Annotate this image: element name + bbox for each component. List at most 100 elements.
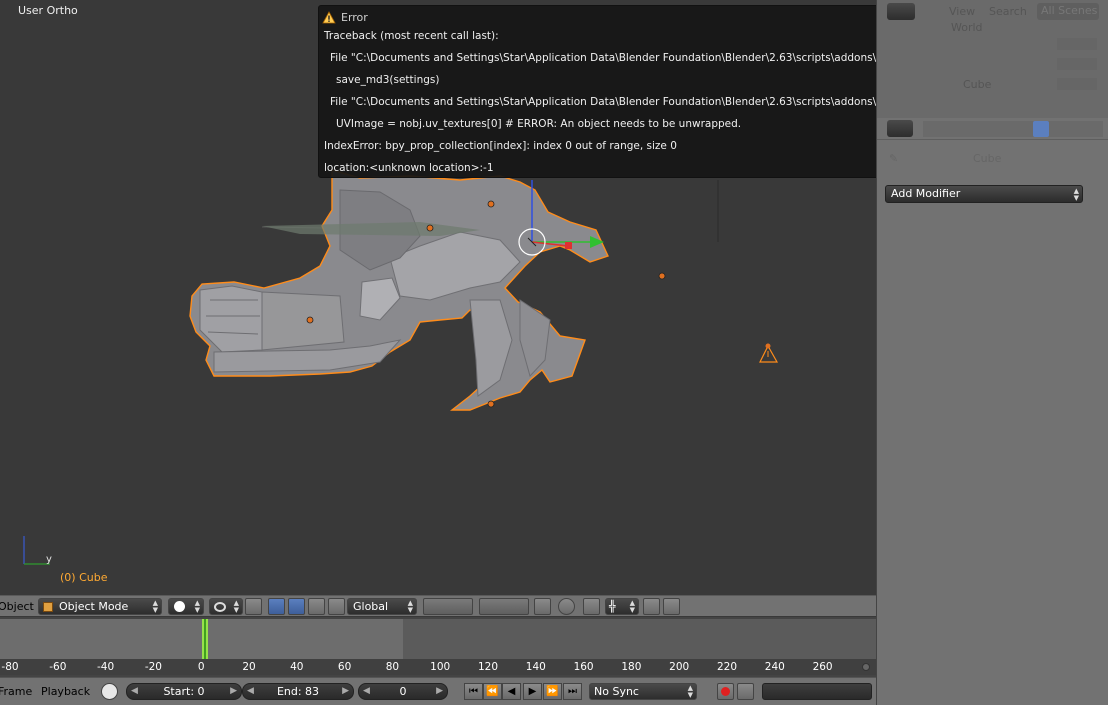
error-line: Traceback (most recent call last): <box>324 30 499 42</box>
rotate-manipulator-icon[interactable] <box>288 598 305 615</box>
jump-keyframe-back-button[interactable]: ⏪ <box>483 683 502 700</box>
rotate-arc-icon[interactable] <box>308 598 325 615</box>
layer-buttons-2[interactable] <box>479 598 529 615</box>
snap-element-dropdown[interactable]: ╬ ▲ ▼ <box>605 598 639 615</box>
jump-end-button[interactable]: ⏭ <box>563 683 582 700</box>
timeline-header: Frame Playback ◀ Start: 0 ▶ ◀ End: 83 ▶ … <box>0 677 876 705</box>
properties-header <box>877 118 1108 140</box>
chevron-right-icon: ▶ <box>436 686 443 696</box>
layer-buttons-1[interactable] <box>423 598 473 615</box>
timeline-tick-label: 160 <box>573 661 594 673</box>
editor-type-dropdown[interactable] <box>887 3 915 20</box>
mesh-model[interactable] <box>189 169 609 411</box>
scroll-handle[interactable] <box>862 663 870 671</box>
outliner-view-menu[interactable]: View <box>949 5 975 18</box>
warning-icon <box>322 10 336 23</box>
timeline-tick-label: -20 <box>144 661 162 673</box>
timeline-tick-label: -60 <box>49 661 67 673</box>
timeline-tick-label: 200 <box>669 661 690 673</box>
translate-manipulator-icon[interactable] <box>268 598 285 615</box>
frame-menu[interactable]: Frame <box>0 685 32 698</box>
lamp-object[interactable] <box>759 343 779 363</box>
updown-arrows-icon: ▲ ▼ <box>407 599 413 614</box>
keying-set-icon[interactable] <box>737 683 754 700</box>
view-label: User Ortho <box>18 4 78 17</box>
timeline-tick-label: 100 <box>430 661 451 673</box>
active-keying-set-field[interactable] <box>762 683 872 700</box>
timeline-tick-label: 80 <box>385 661 400 673</box>
error-line: IndexError: bpy_prop_collection[index]: … <box>324 140 677 152</box>
properties-context-tabs[interactable] <box>923 121 1103 137</box>
visibility-toggles[interactable] <box>1057 78 1097 90</box>
origin-dot <box>306 316 314 324</box>
playback-menu[interactable]: Playback <box>41 685 90 698</box>
origin-dot <box>426 224 434 232</box>
magnet-snap-icon[interactable] <box>583 598 600 615</box>
current-frame-line <box>204 619 206 659</box>
solid-shading-icon <box>174 601 185 612</box>
error-line: File "C:\Documents and Settings\Star\App… <box>330 96 876 108</box>
error-line: save_md3(settings) <box>336 74 440 86</box>
sync-dropdown[interactable]: No Sync ▲ ▼ <box>589 683 697 700</box>
chevron-left-icon: ◀ <box>363 686 370 696</box>
pin-icon[interactable]: ✎ <box>889 152 898 165</box>
modifier-tab-wrench-icon[interactable] <box>1033 121 1049 137</box>
3d-view-header: Object Object Mode ▲ ▼ ▲ ▼ ▲ ▼ Global ▲ ▼ ╬ … <box>0 595 876 616</box>
jump-start-button[interactable]: ⏮ <box>464 683 483 700</box>
chevron-right-icon: ▶ <box>342 686 349 696</box>
outliner-item-world[interactable]: World <box>951 21 983 34</box>
add-modifier-dropdown[interactable]: Add Modifier ▲ ▼ <box>885 185 1083 203</box>
error-report-popup[interactable]: Error Traceback (most recent call last):… <box>318 5 876 178</box>
properties-body <box>877 215 1108 705</box>
start-frame-field[interactable]: ◀ Start: 0 ▶ <box>126 683 242 700</box>
jump-keyframe-forward-button[interactable]: ⏩ <box>543 683 562 700</box>
cube-icon <box>43 601 53 612</box>
timeline-tick-label: 240 <box>764 661 785 673</box>
3d-viewport[interactable]: User Ortho y (0) Cube Error Traceback (m… <box>0 0 876 595</box>
outliner-search-menu[interactable]: Search <box>989 5 1027 18</box>
updown-arrows-icon: ▲ ▼ <box>233 599 239 614</box>
timeline-editor[interactable]: -80 -60 -40 -20 0 20 40 60 80 100 120 140 160 180 200 2… <box>0 617 876 677</box>
end-frame-field[interactable]: ◀ End: 83 ▶ <box>242 683 354 700</box>
timeline-tick-label: 20 <box>242 661 256 673</box>
sync-label: No Sync <box>594 685 639 698</box>
play-reverse-button[interactable]: ◀ <box>502 683 521 700</box>
editor-type-dropdown[interactable] <box>887 120 913 137</box>
current-frame-value: 0 <box>399 685 407 698</box>
visibility-toggles[interactable] <box>1057 38 1097 50</box>
error-line: location:<unknown location>:-1 <box>324 162 494 174</box>
current-frame-field[interactable]: ◀ 0 ▶ <box>358 683 448 700</box>
error-line: File "C:\Documents and Settings\Star\App… <box>330 52 876 64</box>
updown-arrows-icon: ▲ ▼ <box>687 684 693 699</box>
transform-orientation-dropdown[interactable]: Global ▲ ▼ <box>347 598 417 615</box>
lock-layers-icon[interactable] <box>534 598 551 615</box>
object-menu[interactable]: Object <box>0 600 34 613</box>
viewport-shading-dropdown[interactable]: ▲ ▼ <box>168 598 204 615</box>
scale-manipulator-icon[interactable] <box>328 598 345 615</box>
manipulator-toggle-icon[interactable] <box>245 598 262 615</box>
mode-label: Object Mode <box>59 600 129 613</box>
add-modifier-label: Add Modifier <box>891 187 961 200</box>
modifier-context-row: ✎ Cube <box>877 146 1108 170</box>
origin-dot <box>487 400 495 408</box>
record-icon[interactable] <box>717 683 734 700</box>
proportional-edit-icon[interactable] <box>558 598 575 615</box>
render-animation-icon[interactable] <box>663 598 680 615</box>
render-camera-icon[interactable] <box>643 598 660 615</box>
snap-grid-icon: ╬ <box>609 600 616 613</box>
display-mode-dropdown[interactable]: All Scenes <box>1037 3 1099 20</box>
timeline-tick-label: 120 <box>477 661 499 673</box>
mode-dropdown[interactable]: Object Mode ▲ ▼ <box>38 598 162 615</box>
start-frame-label: Start: 0 <box>163 685 205 698</box>
outliner-item-cube[interactable]: Cube <box>963 78 991 91</box>
keying-icon[interactable] <box>101 683 118 700</box>
timeline-tick-label: 260 <box>812 661 833 673</box>
right-panel: View Search All Scenes World Cube ✎ Cube… <box>876 0 1108 705</box>
error-line: UVImage = nobj.uv_textures[0] # ERROR: A… <box>336 118 742 130</box>
gizmo-y-label: y <box>46 554 52 565</box>
play-button[interactable]: ▶ <box>523 683 542 700</box>
pivot-icon <box>214 601 226 612</box>
visibility-toggles[interactable] <box>1057 58 1097 70</box>
outliner[interactable]: View Search All Scenes World Cube <box>877 0 1108 118</box>
pivot-point-dropdown[interactable]: ▲ ▼ <box>209 598 243 615</box>
